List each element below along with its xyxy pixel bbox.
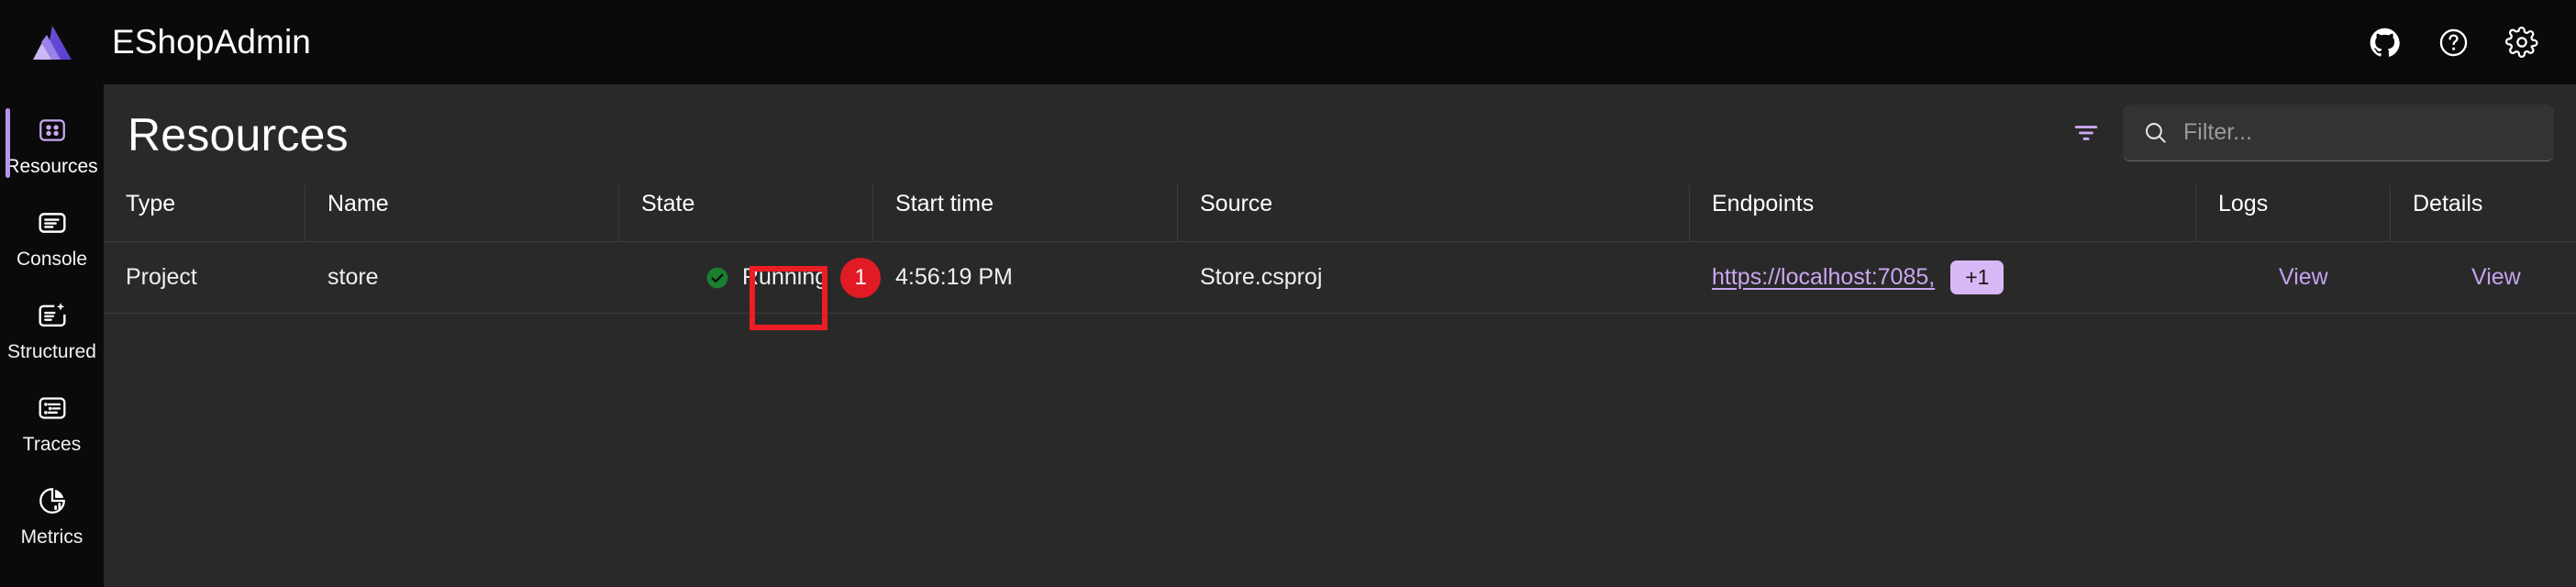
search-box[interactable]	[2123, 105, 2554, 161]
state-indicator: Running 1	[705, 257, 882, 298]
structured-logs-icon	[32, 297, 72, 334]
active-indicator-bar	[6, 386, 10, 456]
page-title: Resources	[128, 109, 349, 161]
sidebar-item-label: Metrics	[20, 526, 83, 548]
cell-state: Running 1	[619, 242, 882, 313]
sidebar-item-structured[interactable]: Structured	[0, 282, 104, 375]
state-label: Running	[742, 264, 828, 290]
cell-name: store	[328, 264, 379, 290]
column-header-source[interactable]: Source	[1178, 185, 1690, 241]
table-header-row: Type Name State Start time Source Endpoi…	[104, 185, 2576, 242]
resources-table: Type Name State Start time Source Endpoi…	[104, 185, 2576, 314]
column-header-logs[interactable]: Logs	[2196, 185, 2391, 241]
endpoint-link[interactable]: https://localhost:7085,	[1712, 264, 1935, 291]
header-actions	[2365, 0, 2541, 84]
status-running-check-icon	[705, 266, 729, 290]
top-header: EShopAdmin	[0, 0, 2576, 84]
grid-icon	[32, 112, 72, 149]
cell-start-time: 4:56:19 PM	[895, 264, 1013, 290]
active-indicator-bar	[6, 294, 10, 363]
sidebar-item-metrics[interactable]: Metrics	[0, 468, 104, 560]
sidebar-item-console[interactable]: Console	[0, 190, 104, 282]
cell-source: Store.csproj	[1200, 264, 1323, 290]
logs-view-link[interactable]: View	[2279, 264, 2328, 291]
cell-details: View	[2391, 242, 2576, 313]
aspire-logo-icon[interactable]	[0, 0, 104, 84]
sidebar: Resources Console Structured Traces Metr…	[0, 84, 104, 587]
filter-funnel-icon[interactable]	[2066, 113, 2106, 153]
help-icon[interactable]	[2434, 23, 2472, 61]
cell-logs: View	[2196, 242, 2391, 313]
endpoint-more-badge[interactable]: +1	[1950, 260, 2004, 294]
cell-endpoints: https://localhost:7085, +1	[1690, 242, 2196, 313]
header-controls	[2066, 105, 2554, 161]
search-input[interactable]	[2183, 119, 2554, 146]
column-header-type[interactable]: Type	[104, 185, 305, 241]
metrics-pie-icon	[32, 482, 72, 519]
console-logs-icon	[32, 205, 72, 241]
sidebar-item-label: Structured	[7, 340, 96, 362]
github-icon[interactable]	[2365, 23, 2404, 61]
column-header-name[interactable]: Name	[305, 185, 619, 241]
sidebar-item-label: Console	[16, 248, 88, 270]
sidebar-item-traces[interactable]: Traces	[0, 375, 104, 468]
main-content: Resources Filter... Type Name State Star…	[104, 84, 2576, 587]
table-row[interactable]: Project store Running 1 4:56:19 PM Store…	[104, 242, 2576, 314]
app-title: EShopAdmin	[112, 23, 311, 61]
column-header-start-time[interactable]: Start time	[873, 185, 1178, 241]
active-indicator-bar	[6, 201, 10, 271]
traces-icon	[32, 390, 72, 426]
page-header: Resources	[104, 84, 2576, 185]
sidebar-item-label: Traces	[22, 433, 82, 455]
sidebar-item-resources[interactable]: Resources	[0, 97, 104, 190]
aspire-dashboard: EShopAdmin Resources Console Structured …	[0, 0, 2576, 587]
column-header-details[interactable]: Details	[2391, 185, 2576, 241]
active-indicator-bar	[6, 479, 10, 548]
column-header-state[interactable]: State	[619, 185, 873, 241]
active-indicator-bar	[6, 108, 10, 178]
details-view-link[interactable]: View	[2471, 264, 2521, 291]
sidebar-item-label: Resources	[6, 155, 98, 177]
endpoint-group: https://localhost:7085, +1	[1712, 260, 2004, 294]
column-header-endpoints[interactable]: Endpoints	[1690, 185, 2196, 241]
cell-type: Project	[126, 264, 197, 290]
gear-icon[interactable]	[2503, 23, 2541, 61]
search-icon	[2143, 120, 2168, 145]
